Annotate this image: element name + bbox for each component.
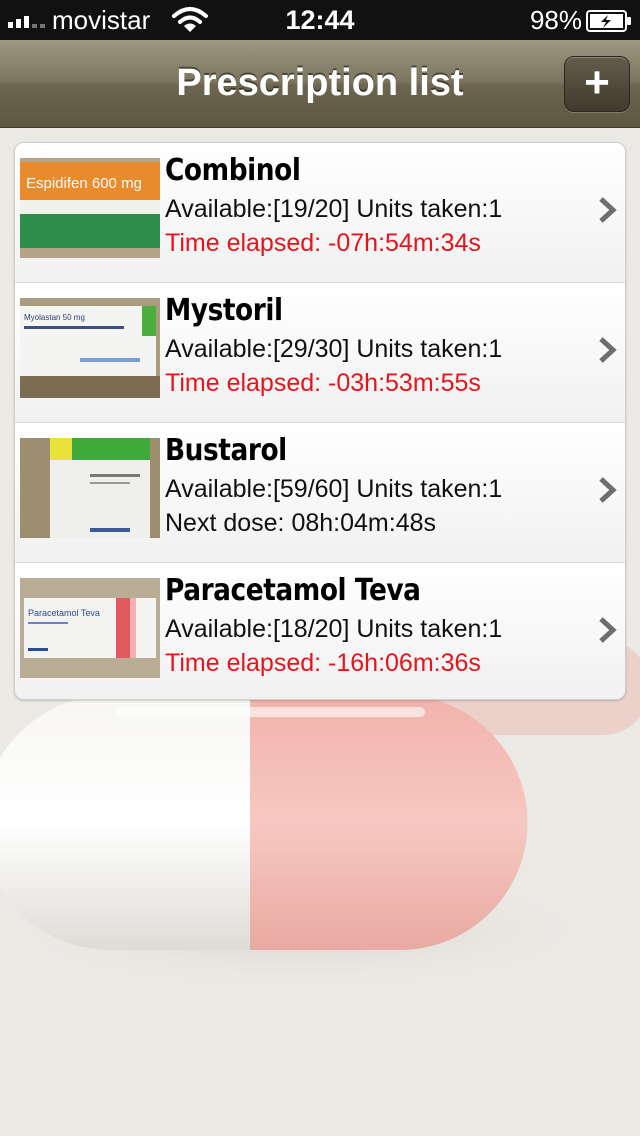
timer-text: Time elapsed: -16h:06m:36s xyxy=(165,649,481,677)
timer-text: Time elapsed: -07h:54m:34s xyxy=(165,229,481,257)
medication-box-photo: Espidifen 600 mg xyxy=(20,158,160,258)
medication-box-photo: Paracetamol Teva xyxy=(20,578,160,678)
battery-percentage: 98% xyxy=(529,5,582,35)
page-title: Prescription list xyxy=(176,62,464,104)
box-label: Paracetamol Teva xyxy=(28,608,100,618)
availability-text: Available:[29/30] Units taken:1 xyxy=(165,335,503,363)
timer-text: Next dose: 08h:04m:48s xyxy=(165,509,436,537)
chevron-right-icon xyxy=(599,617,617,643)
prescription-row-mystoril[interactable]: Myolastan 50 mg Mystoril Available:[29/3… xyxy=(15,283,625,423)
medication-name: Mystoril xyxy=(165,293,283,328)
prescription-row-bustarol[interactable]: Bustarol Available:[59/60] Units taken:1… xyxy=(15,423,625,563)
availability-text: Available:[18/20] Units taken:1 xyxy=(165,615,503,643)
navigation-bar: Prescription list + xyxy=(0,40,640,128)
availability-text: Available:[19/20] Units taken:1 xyxy=(165,195,503,223)
battery-charging-icon xyxy=(586,10,631,32)
medication-name: Bustarol xyxy=(165,433,287,468)
medication-name: Combinol xyxy=(165,153,301,188)
chevron-right-icon xyxy=(599,337,617,363)
availability-text: Available:[59/60] Units taken:1 xyxy=(165,475,503,503)
box-label: Myolastan 50 mg xyxy=(24,313,85,322)
add-prescription-button[interactable]: + xyxy=(564,56,630,112)
box-label: Espidifen 600 mg xyxy=(26,175,142,192)
add-icon: + xyxy=(584,58,610,107)
prescription-row-combinol[interactable]: Espidifen 600 mg Combinol Available:[19/… xyxy=(15,143,625,283)
status-bar: movistar 12:44 98% xyxy=(0,0,640,40)
medication-box-photo xyxy=(20,438,160,538)
chevron-right-icon xyxy=(599,197,617,223)
chevron-right-icon xyxy=(599,477,617,503)
medication-name: Paracetamol Teva xyxy=(165,573,421,608)
timer-text: Time elapsed: -03h:53m:55s xyxy=(165,369,481,397)
prescription-row-paracetamol-teva[interactable]: Paracetamol Teva Paracetamol Teva Availa… xyxy=(15,563,625,699)
prescription-list: Espidifen 600 mg Combinol Available:[19/… xyxy=(14,142,626,700)
medication-box-photo: Myolastan 50 mg xyxy=(20,298,160,398)
